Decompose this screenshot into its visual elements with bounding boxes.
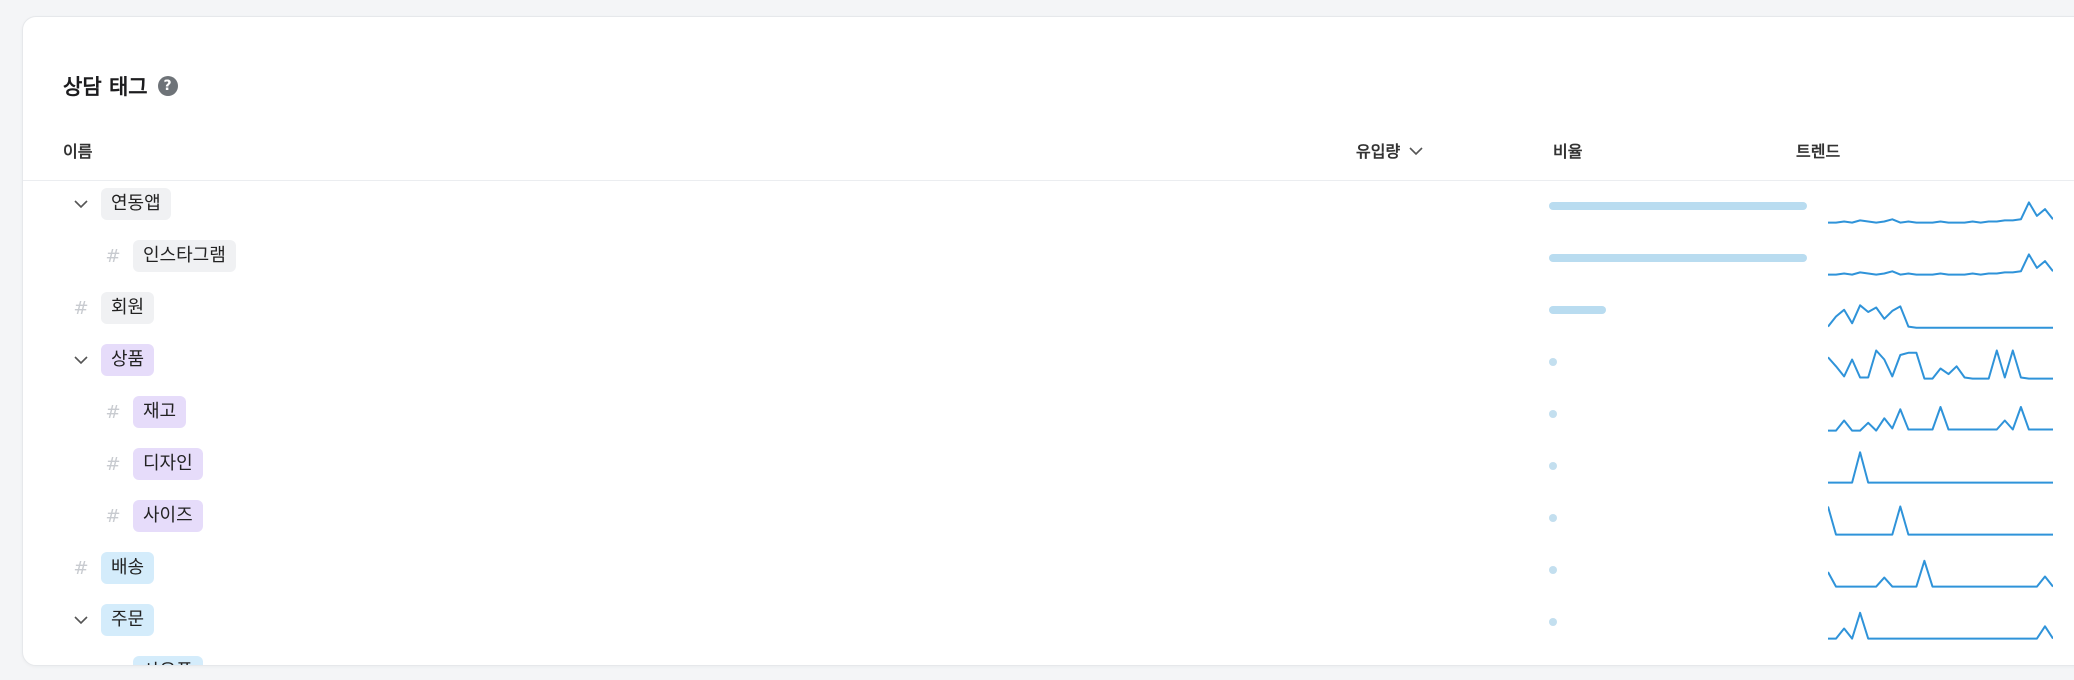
trend-line <box>1828 304 2053 329</box>
question-circle-icon[interactable]: ? <box>157 76 178 96</box>
tag-row[interactable]: # 재고 <box>23 388 2074 440</box>
ratio-dot <box>1549 410 1557 418</box>
trend-line <box>1828 559 2053 588</box>
hash-icon: # <box>105 506 121 527</box>
ratio-dot <box>1549 566 1557 574</box>
tag-row[interactable]: # 디자인 <box>23 440 2074 492</box>
column-header-ratio: 비율 <box>1553 142 1583 161</box>
tag-label[interactable]: 배송 <box>101 552 155 584</box>
hash-icon: # <box>73 558 89 579</box>
trend-line <box>1828 451 2053 484</box>
tag-label[interactable]: 인스타그램 <box>133 240 236 272</box>
trend-sparkline <box>1828 451 2053 484</box>
tag-row[interactable]: # 사은품 <box>23 648 2074 665</box>
tag-label[interactable]: 상품 <box>101 344 155 376</box>
ratio-dot <box>1549 462 1557 470</box>
trend-line <box>1828 201 2053 224</box>
trend-sparkline <box>1828 611 2053 640</box>
tag-row[interactable]: # 인스타그램 <box>23 232 2074 284</box>
trend-line <box>1828 406 2053 432</box>
hash-icon: # <box>105 246 121 267</box>
hash-icon: # <box>103 662 123 665</box>
trend-sparkline <box>1828 349 2053 380</box>
tag-label[interactable]: 주문 <box>101 604 155 636</box>
trend-sparkline <box>1828 201 2053 224</box>
tag-row[interactable]: 상품 <box>23 336 2074 388</box>
tag-label[interactable]: 회원 <box>101 292 155 324</box>
ratio-dot <box>1549 358 1557 366</box>
tag-label[interactable]: 재고 <box>133 396 187 428</box>
tag-row[interactable]: 주문 <box>23 596 2074 648</box>
trend-sparkline <box>1828 559 2053 588</box>
trend-line <box>1828 253 2053 276</box>
chevron-down-icon[interactable] <box>71 350 91 370</box>
column-header-trend: 트렌드 <box>1796 142 1841 161</box>
trend-sparkline <box>1828 304 2053 329</box>
tag-label[interactable]: 연동앱 <box>101 188 171 220</box>
trend-line <box>1828 349 2053 380</box>
chevron-down-icon[interactable] <box>71 194 91 214</box>
column-header-name: 이름 <box>63 142 93 161</box>
trend-sparkline <box>1828 654 2053 665</box>
tag-panel: 상담 태그 ? 이름 유입량 비율 트렌드 연동앱 # 인스타그램 # 회원 상품 # 재고 #… <box>22 16 2074 666</box>
panel-title: 상담 태그 ? <box>63 71 178 101</box>
trend-sparkline <box>1828 406 2053 432</box>
column-header-inflow[interactable]: 유입량 <box>1356 138 1424 162</box>
trend-sparkline <box>1828 253 2053 276</box>
ratio-bar <box>1549 306 1606 314</box>
ratio-dot <box>1549 618 1557 626</box>
ratio-dot <box>1549 514 1557 522</box>
tag-row[interactable]: 연동앱 <box>23 180 2074 232</box>
tag-row[interactable]: # 회원 <box>23 284 2074 336</box>
panel-title-text: 상담 태그 <box>63 75 148 99</box>
tag-label[interactable]: 디자인 <box>133 448 203 480</box>
trend-line <box>1828 505 2053 536</box>
ratio-bar <box>1549 254 1807 262</box>
trend-line <box>1828 611 2053 640</box>
hash-icon: # <box>73 298 89 319</box>
tag-label[interactable]: 사이즈 <box>133 500 203 532</box>
trend-sparkline <box>1828 505 2053 536</box>
hash-icon: # <box>105 402 121 423</box>
ratio-bar <box>1549 202 1807 210</box>
tag-label[interactable]: 사은품 <box>133 656 203 665</box>
hash-icon: # <box>105 454 121 475</box>
chevron-down-icon[interactable] <box>71 610 91 630</box>
chevron-down-icon <box>1408 141 1424 160</box>
tag-list: 연동앱 # 인스타그램 # 회원상품 # 재고 # 디자인 # 사이즈 # 배송주문 # 사은품 <box>23 180 2074 665</box>
tag-row[interactable]: # 배송 <box>23 544 2074 596</box>
tag-row[interactable]: # 사이즈 <box>23 492 2074 544</box>
column-header-inflow-label: 유입량 <box>1356 142 1401 161</box>
